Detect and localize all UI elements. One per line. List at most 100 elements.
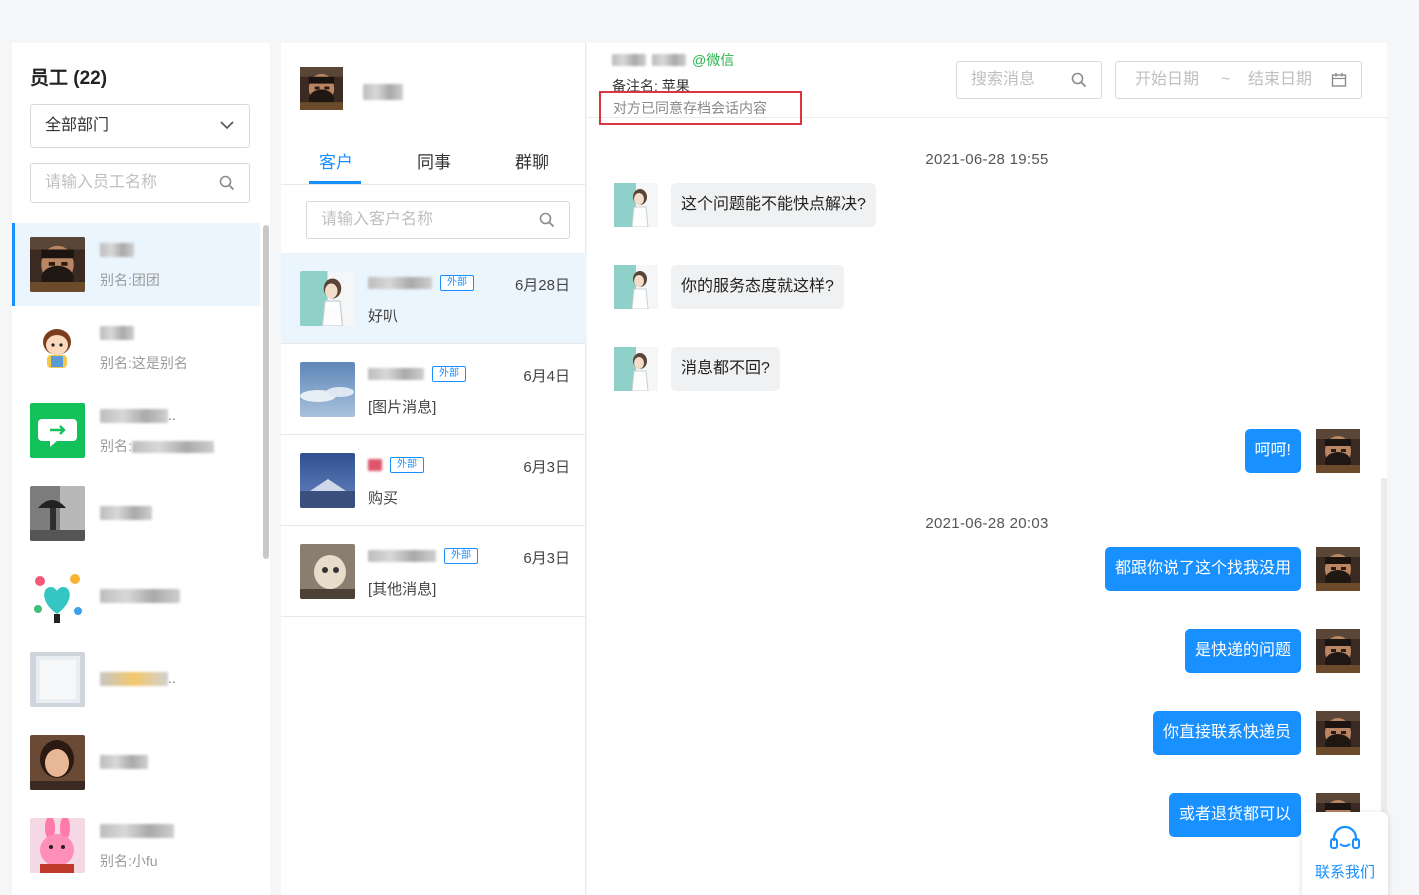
customer-search-placeholder: 请输入客户名称 [321, 211, 434, 228]
employee-avatar [1316, 711, 1360, 755]
conversation-last-message: 购买 [368, 490, 399, 507]
conversation-item[interactable]: 外部 6月3日 购买 [281, 435, 586, 526]
start-date-placeholder[interactable]: 开始日期 [1135, 62, 1199, 98]
conversation-last-message: [图片消息] [368, 399, 437, 416]
avatar [30, 320, 85, 375]
employee-item[interactable] [12, 472, 260, 555]
employee-name-blurred: .. [100, 670, 220, 688]
employee-panel: 员工 (22) 全部部门 请输入员工名称 别名:团团 别名:这是别名 .. 别名… [12, 43, 270, 895]
chat-header: @微信 备注名: 苹果 对方已同意存档会话内容 搜索消息 开始日期 ~ 结束日期 [587, 43, 1387, 125]
avatar [30, 403, 85, 458]
employee-name-blurred [100, 324, 220, 342]
chat-contact-name: @微信 [612, 50, 734, 70]
avatar [30, 818, 85, 873]
conversation-name: 外部 [368, 275, 474, 291]
employee-item[interactable] [12, 721, 260, 804]
message-search-placeholder: 搜索消息 [971, 71, 1036, 88]
customer-avatar [614, 183, 658, 227]
search-icon[interactable] [219, 175, 235, 191]
employee-alias: 别名:团团 [100, 272, 160, 288]
avatar [30, 237, 85, 292]
conversation-last-message: [其他消息] [368, 581, 437, 598]
message-timestamp: 2021-06-28 20:03 [925, 515, 1049, 532]
message-bubble: 这个问题能不能快点解决? [671, 183, 876, 227]
message-bubble: 或者退货都可以 [1168, 793, 1301, 837]
avatar [300, 453, 355, 508]
conversation-list: 外部 6月28日 好叭 外部 6月4日 [图片消息] 外部 6月3日 购买 外部… [281, 253, 586, 617]
active-tab-indicator [309, 181, 361, 184]
employee-name-blurred [100, 753, 220, 771]
employee-name-blurred [100, 241, 220, 259]
current-employee-name-blurred [363, 83, 403, 101]
conversation-date: 6月28日 [514, 277, 570, 294]
conversation-item[interactable]: 外部 6月4日 [图片消息] [281, 344, 586, 435]
contact-us-label: 联系我们 [1314, 864, 1375, 881]
employee-name-blurred [100, 504, 220, 522]
message-timestamp: 2021-06-28 19:55 [925, 151, 1049, 168]
avatar [30, 569, 85, 624]
end-date-placeholder[interactable]: 结束日期 [1248, 62, 1312, 98]
employee-item[interactable]: 别名:小fu [12, 804, 260, 887]
employee-alias: 别名:小fu [100, 853, 158, 869]
employee-avatar [1316, 629, 1360, 673]
search-icon[interactable] [539, 212, 555, 228]
customer-panel: 客户 同事 群聊 请输入客户名称 外部 6月28日 好叭 外部 6月4日 [图片… [281, 43, 586, 895]
conversation-name: 外部 [368, 366, 466, 382]
customer-tabs: 客户 同事 群聊 [281, 141, 586, 185]
wechat-tag: @微信 [692, 52, 735, 68]
message-bubble: 是快递的问题 [1184, 629, 1301, 673]
employee-item[interactable]: .. 别名: [12, 389, 260, 472]
conversation-item[interactable]: 外部 6月28日 好叭 [281, 253, 586, 344]
conversation-name: 外部 [368, 548, 478, 564]
employee-list: 别名:团团 别名:这是别名 .. 别名: .. 别名:小fu [12, 223, 260, 887]
avatar [30, 652, 85, 707]
current-employee-avatar [300, 67, 343, 110]
employee-item[interactable]: 别名:这是别名 [12, 306, 260, 389]
external-badge: 外部 [444, 548, 478, 564]
employee-item[interactable] [12, 555, 260, 638]
employee-alias: 别名:这是别名 [100, 355, 188, 371]
employee-search-input[interactable]: 请输入员工名称 [30, 163, 250, 203]
tab-customers[interactable]: 客户 [319, 148, 353, 173]
calendar-icon [1331, 73, 1347, 87]
chat-panel: @微信 备注名: 苹果 对方已同意存档会话内容 搜索消息 开始日期 ~ 结束日期… [587, 43, 1387, 895]
employee-avatar [1316, 547, 1360, 591]
external-badge: 外部 [432, 366, 466, 382]
conversation-date: 6月3日 [523, 459, 570, 476]
department-select[interactable]: 全部部门 [30, 104, 250, 148]
employee-item[interactable]: 别名:团团 [12, 223, 260, 306]
employee-name-blurred [100, 587, 220, 605]
date-separator: ~ [1221, 71, 1231, 88]
conversation-name: 外部 [368, 457, 424, 473]
employee-name-blurred: .. [100, 407, 220, 425]
employee-search-placeholder: 请输入员工名称 [45, 174, 158, 191]
conversation-item[interactable]: 外部 6月3日 [其他消息] [281, 526, 586, 617]
avatar [300, 544, 355, 599]
tab-group-chats[interactable]: 群聊 [515, 148, 549, 173]
message-bubble: 你直接联系快递员 [1152, 711, 1301, 755]
message-bubble: 呵呵! [1244, 429, 1301, 473]
message-bubble: 都跟你说了这个找我没用 [1104, 547, 1301, 591]
customer-avatar [614, 265, 658, 309]
tab-colleagues[interactable]: 同事 [417, 148, 451, 173]
avatar [30, 735, 85, 790]
date-range-picker[interactable]: 开始日期 ~ 结束日期 [1115, 61, 1362, 99]
message-bubble: 你的服务态度就这样? [671, 265, 844, 309]
avatar [30, 486, 85, 541]
archive-consent-notice: 对方已同意存档会话内容 [599, 91, 802, 125]
search-icon[interactable] [1071, 72, 1087, 88]
headset-icon [1330, 825, 1360, 849]
avatar [300, 362, 355, 417]
employee-name-blurred [100, 822, 220, 840]
external-badge: 外部 [440, 275, 474, 291]
customer-search-input[interactable]: 请输入客户名称 [306, 201, 570, 239]
contact-us-button[interactable]: 联系我们 [1302, 812, 1388, 895]
external-badge: 外部 [390, 457, 424, 473]
chevron-down-icon [220, 121, 234, 130]
message-search-input[interactable]: 搜索消息 [956, 61, 1102, 99]
conversation-date: 6月4日 [523, 368, 570, 385]
conversation-date: 6月3日 [523, 550, 570, 567]
employee-list-scrollbar[interactable] [263, 225, 269, 559]
employee-item[interactable]: .. [12, 638, 260, 721]
customer-avatar [614, 347, 658, 391]
